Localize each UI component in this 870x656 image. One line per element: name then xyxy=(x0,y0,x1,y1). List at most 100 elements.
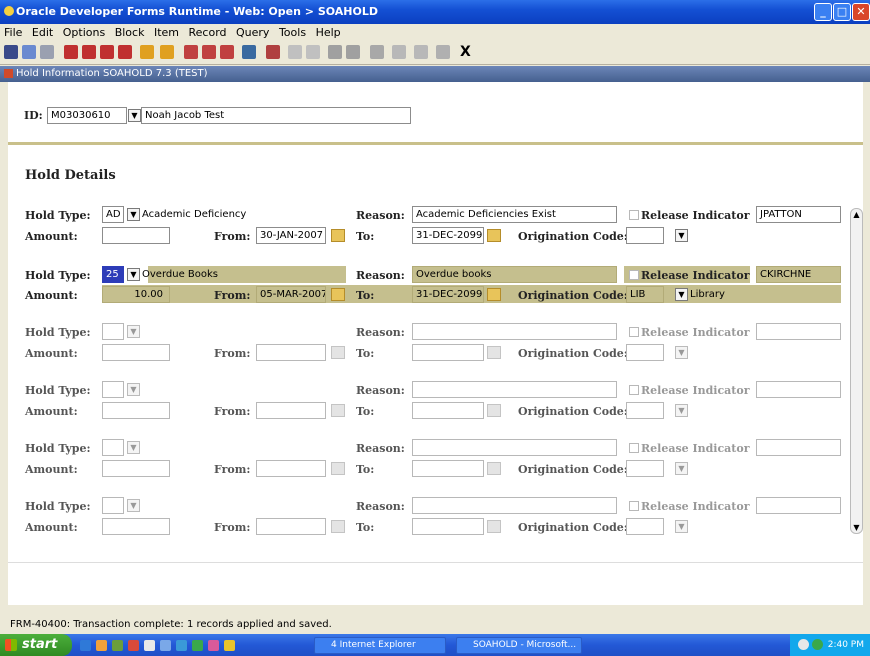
release-indicator-checkbox[interactable] xyxy=(629,443,639,453)
hold-type-field[interactable] xyxy=(102,439,124,456)
amount-field[interactable] xyxy=(102,460,170,477)
quicklaunch-explorer-icon[interactable] xyxy=(144,640,155,651)
search-icon[interactable] xyxy=(242,45,256,59)
close-button[interactable]: ✕ xyxy=(852,3,870,21)
reason-field[interactable] xyxy=(412,497,617,514)
exit-button[interactable]: X xyxy=(460,44,471,60)
calendar-icon[interactable] xyxy=(331,404,345,417)
hold-type-dropdown[interactable]: ▼ xyxy=(127,383,140,396)
release-indicator-checkbox[interactable] xyxy=(629,501,639,511)
quicklaunch-powerpoint-icon[interactable] xyxy=(208,640,219,651)
user-field[interactable]: JPATTON xyxy=(756,206,841,223)
calendar-icon[interactable] xyxy=(487,462,501,475)
amount-field[interactable] xyxy=(102,344,170,361)
quicklaunch-app-icon[interactable] xyxy=(128,640,139,651)
from-date-field[interactable] xyxy=(256,344,326,361)
calendar-icon[interactable] xyxy=(487,288,501,301)
insert-record-icon[interactable] xyxy=(184,45,198,59)
quicklaunch-folder-icon[interactable] xyxy=(224,640,235,651)
start-button[interactable]: start xyxy=(0,634,72,656)
user-field[interactable]: CKIRCHNE xyxy=(756,266,841,283)
menu-record[interactable]: Record xyxy=(189,26,227,39)
hold-type-field[interactable] xyxy=(102,381,124,398)
to-date-field[interactable]: 31-DEC-2099 xyxy=(412,286,484,303)
amount-field[interactable] xyxy=(102,402,170,419)
hold-type-dropdown[interactable]: ▼ xyxy=(127,441,140,454)
hold-type-field[interactable] xyxy=(102,497,124,514)
origination-code-dropdown[interactable]: ▼ xyxy=(675,346,688,359)
next-record-icon[interactable] xyxy=(118,45,132,59)
hold-type-field[interactable] xyxy=(102,323,124,340)
release-indicator-checkbox[interactable] xyxy=(629,210,639,220)
menu-options[interactable]: Options xyxy=(63,26,105,39)
rollback-icon[interactable] xyxy=(22,45,36,59)
origination-code-field[interactable] xyxy=(626,460,664,477)
amount-field[interactable] xyxy=(102,518,170,535)
id-field[interactable]: M03030610 xyxy=(47,107,127,124)
release-indicator-checkbox[interactable] xyxy=(629,270,639,280)
quicklaunch-desktop-icon[interactable] xyxy=(112,640,123,651)
reason-field[interactable]: Overdue books xyxy=(412,266,617,283)
quicklaunch-media-icon[interactable] xyxy=(160,640,171,651)
workflow-icon[interactable] xyxy=(436,45,450,59)
name-field[interactable]: Noah Jacob Test xyxy=(141,107,411,124)
dynamic-help-icon[interactable] xyxy=(392,45,406,59)
to-date-field[interactable] xyxy=(412,518,484,535)
origination-code-field[interactable] xyxy=(626,227,664,244)
previous-record-icon[interactable] xyxy=(100,45,114,59)
maximize-button[interactable]: □ xyxy=(833,3,851,21)
calendar-icon[interactable] xyxy=(487,520,501,533)
origination-code-field[interactable]: LIB xyxy=(626,286,664,303)
calendar-icon[interactable] xyxy=(331,229,345,242)
calendar-icon[interactable] xyxy=(331,288,345,301)
menu-help[interactable]: Help xyxy=(316,26,341,39)
execute-query-icon[interactable] xyxy=(160,45,174,59)
release-indicator-checkbox[interactable] xyxy=(629,385,639,395)
id-search-button[interactable]: ▼ xyxy=(128,109,141,122)
from-date-field[interactable]: 30-JAN-2007 xyxy=(256,227,326,244)
to-date-field[interactable] xyxy=(412,402,484,419)
tray-network-icon[interactable] xyxy=(812,639,823,650)
reason-field[interactable] xyxy=(412,381,617,398)
first-record-icon[interactable] xyxy=(64,45,78,59)
minimize-button[interactable]: _ xyxy=(814,3,832,21)
user-field[interactable] xyxy=(756,439,841,456)
task-internet-explorer[interactable]: 4 Internet Explorer xyxy=(314,637,446,654)
quicklaunch-ie-icon[interactable] xyxy=(80,640,91,651)
menu-tools[interactable]: Tools xyxy=(279,26,306,39)
from-date-field[interactable] xyxy=(256,460,326,477)
print-form-icon[interactable] xyxy=(266,45,280,59)
previous-block-icon[interactable] xyxy=(82,45,96,59)
help-icon[interactable] xyxy=(370,45,384,59)
quicklaunch-excel-icon[interactable] xyxy=(192,640,203,651)
origination-code-dropdown[interactable]: ▼ xyxy=(675,229,688,242)
menu-edit[interactable]: Edit xyxy=(32,26,53,39)
calendar-icon[interactable] xyxy=(487,229,501,242)
from-date-field[interactable]: 05-MAR-2007 xyxy=(256,286,326,303)
records-scrollbar[interactable]: ▲ ▼ xyxy=(850,208,863,534)
enter-query-icon[interactable] xyxy=(140,45,154,59)
origination-code-field[interactable] xyxy=(626,344,664,361)
quicklaunch-word-icon[interactable] xyxy=(176,640,187,651)
clear-record-icon[interactable] xyxy=(220,45,234,59)
origination-code-field[interactable] xyxy=(626,518,664,535)
hold-type-dropdown[interactable]: ▼ xyxy=(127,268,140,281)
origination-code-dropdown[interactable]: ▼ xyxy=(675,520,688,533)
calendar-icon[interactable] xyxy=(331,520,345,533)
reason-field[interactable] xyxy=(412,323,617,340)
user-field[interactable] xyxy=(756,323,841,340)
hold-type-dropdown[interactable]: ▼ xyxy=(127,499,140,512)
from-date-field[interactable] xyxy=(256,518,326,535)
menu-file[interactable]: File xyxy=(4,26,22,39)
to-date-field[interactable] xyxy=(412,460,484,477)
calendar-icon[interactable] xyxy=(487,346,501,359)
release-indicator-checkbox[interactable] xyxy=(629,327,639,337)
reason-field[interactable] xyxy=(412,439,617,456)
amount-field[interactable]: 10.00 xyxy=(102,286,170,303)
list-icon[interactable] xyxy=(328,45,342,59)
scroll-up-arrow[interactable]: ▲ xyxy=(852,210,861,219)
user-field[interactable] xyxy=(756,497,841,514)
tray-icon[interactable] xyxy=(798,639,809,650)
options-icon[interactable] xyxy=(288,45,302,59)
scroll-down-arrow[interactable]: ▼ xyxy=(852,523,861,532)
